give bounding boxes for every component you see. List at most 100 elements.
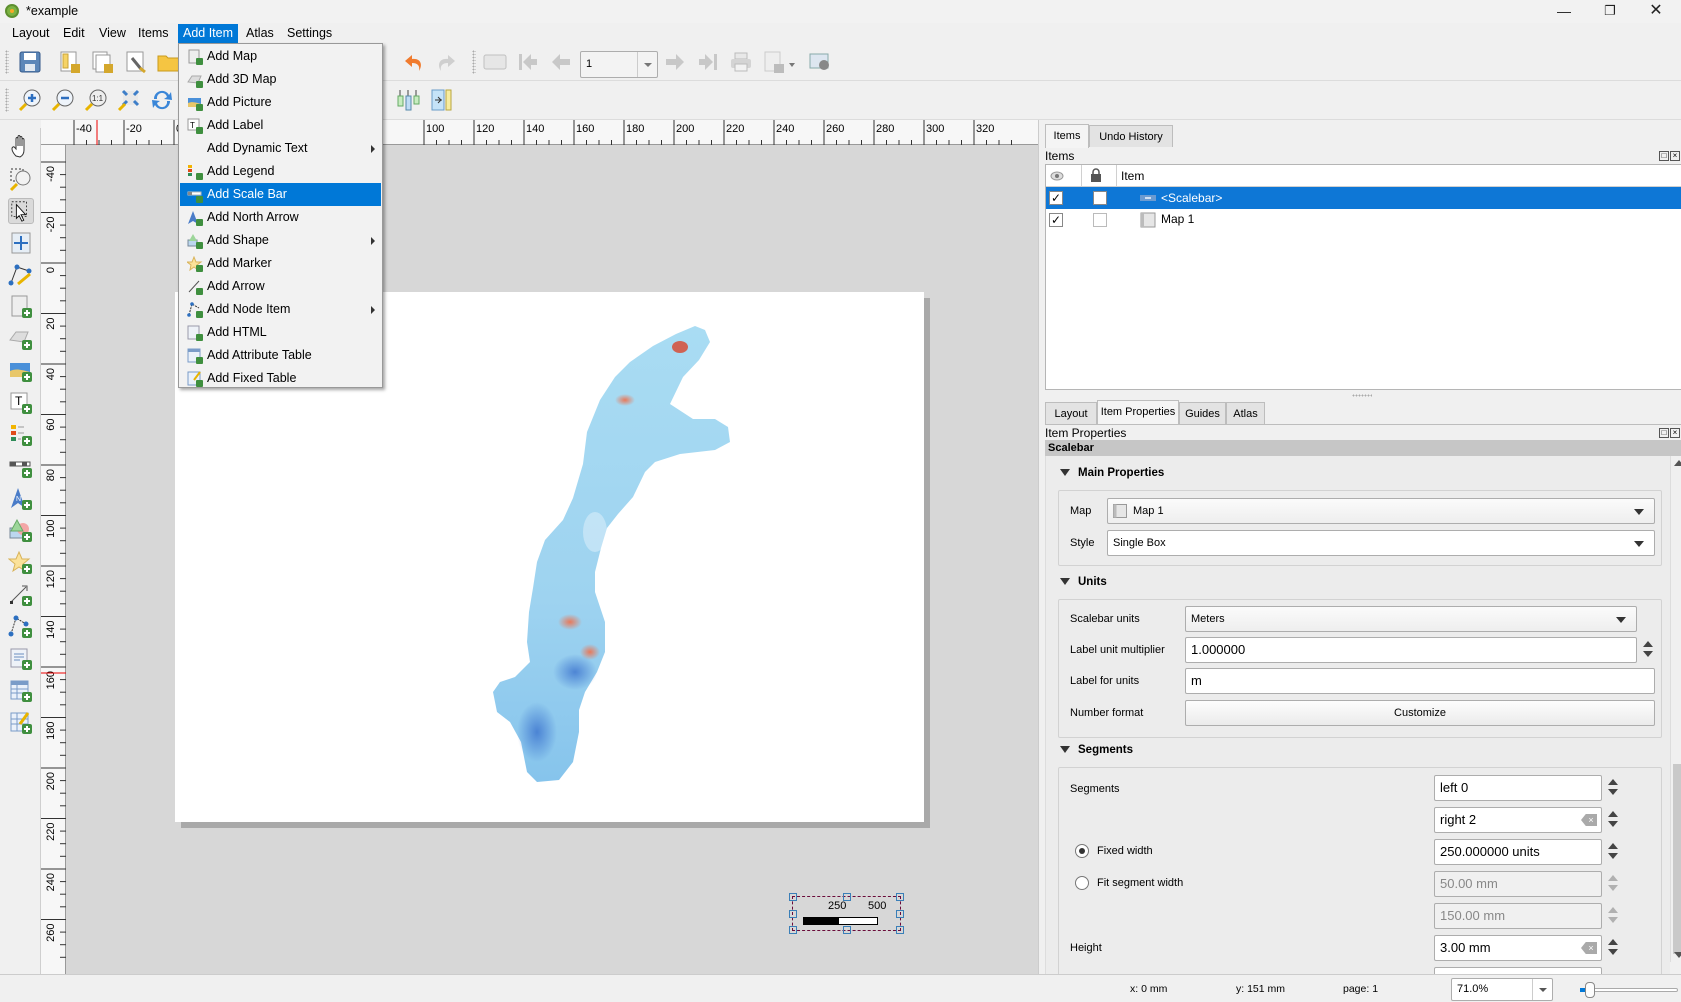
multiplier-spinner[interactable]	[1641, 639, 1655, 659]
atlas-preview-icon[interactable]	[483, 50, 507, 74]
close-panel-icon[interactable]: ×	[1670, 151, 1680, 161]
toolbar-grip[interactable]	[472, 50, 476, 74]
menu-add-picture[interactable]: Add Picture	[180, 91, 381, 114]
map-combobox[interactable]: Map 1	[1107, 498, 1655, 524]
previous-feature-icon[interactable]	[549, 50, 573, 74]
units-header[interactable]: Units	[1060, 576, 1107, 588]
properties-scrollbar[interactable]	[1670, 456, 1681, 962]
zoom-in-icon[interactable]	[18, 88, 42, 112]
menu-edit[interactable]: Edit	[58, 24, 90, 43]
fixed-width-spinner[interactable]	[1606, 841, 1620, 861]
segments-left-input[interactable]: left 0	[1434, 775, 1602, 801]
visibility-column-header[interactable]	[1046, 165, 1082, 187]
visibility-checkbox[interactable]: ✓	[1049, 191, 1063, 205]
menu-add-node-item[interactable]: Add Node Item	[180, 298, 381, 321]
menu-add-shape[interactable]: Add Shape	[180, 229, 381, 252]
clear-icon[interactable]: ×	[1581, 942, 1597, 954]
minimize-button[interactable]: —	[1541, 0, 1587, 23]
layout-manager-icon[interactable]	[124, 50, 148, 74]
tab-item-properties[interactable]: Item Properties	[1097, 400, 1179, 424]
undo-icon[interactable]	[402, 50, 426, 74]
customize-button[interactable]: Customize	[1185, 700, 1655, 726]
toolbar-grip[interactable]	[5, 88, 9, 112]
menu-add-label[interactable]: T Add Label	[180, 114, 381, 137]
scroll-down-icon[interactable]	[1674, 952, 1681, 958]
menu-add-fixed-table[interactable]: Add Fixed Table	[180, 367, 381, 390]
menu-add-north-arrow[interactable]: Add North Arrow	[180, 206, 381, 229]
add-html-tool-icon[interactable]	[8, 646, 34, 672]
menu-add-attribute-table[interactable]: Add Attribute Table	[180, 344, 381, 367]
menu-add-arrow[interactable]: Add Arrow	[180, 275, 381, 298]
menu-add-item[interactable]: Add Item	[178, 24, 239, 43]
add-attribute-table-tool-icon[interactable]	[8, 678, 34, 704]
menu-layout[interactable]: Layout	[7, 24, 55, 43]
fit-max-width-input[interactable]: 150.00 mm	[1434, 903, 1602, 929]
float-panel-icon[interactable]: □	[1659, 428, 1669, 438]
scrollbar-thumb[interactable]	[1673, 764, 1681, 954]
close-panel-icon[interactable]: ×	[1670, 428, 1680, 438]
zoom-full-icon[interactable]	[117, 88, 141, 112]
clear-icon[interactable]: ×	[1581, 814, 1597, 826]
lock-checkbox[interactable]	[1093, 213, 1107, 227]
add-picture-tool-icon[interactable]	[8, 358, 34, 384]
edit-nodes-icon[interactable]	[8, 262, 34, 288]
resize-icon[interactable]	[430, 88, 454, 112]
selection-handle[interactable]	[896, 926, 904, 934]
menu-view[interactable]: View	[94, 24, 131, 43]
selection-handle[interactable]	[843, 926, 851, 934]
menu-add-scale-bar[interactable]: Add Scale Bar	[180, 183, 381, 206]
splitter-handle[interactable]	[1352, 394, 1372, 397]
segments-right-spinner[interactable]	[1606, 809, 1620, 829]
segments-header[interactable]: Segments	[1060, 744, 1133, 756]
tab-guides[interactable]: Guides	[1179, 402, 1226, 424]
scalebar-item[interactable]: 250 500	[789, 893, 904, 934]
export-atlas-dropdown-icon[interactable]	[789, 63, 795, 67]
menu-add-html[interactable]: Add HTML	[180, 321, 381, 344]
zoom-actual-icon[interactable]: 1:1	[84, 88, 108, 112]
lock-column-header[interactable]	[1082, 165, 1117, 187]
restore-button[interactable]: ❐	[1587, 0, 1633, 23]
segments-right-input[interactable]: right 2 ×	[1434, 807, 1602, 833]
selection-handle[interactable]	[789, 910, 797, 918]
new-layout-icon[interactable]	[58, 50, 82, 74]
menu-settings[interactable]: Settings	[282, 24, 337, 43]
zoom-slider-track[interactable]	[1582, 988, 1678, 992]
add-label-tool-icon[interactable]: T	[8, 390, 34, 416]
lock-checkbox[interactable]	[1093, 191, 1107, 205]
float-panel-icon[interactable]: □	[1659, 151, 1669, 161]
print-atlas-icon[interactable]	[729, 50, 753, 74]
menu-atlas[interactable]: Atlas	[241, 24, 279, 43]
selection-handle[interactable]	[896, 893, 904, 901]
add-marker-tool-icon[interactable]	[8, 550, 34, 576]
add-fixed-table-tool-icon[interactable]	[8, 710, 34, 736]
add-legend-tool-icon[interactable]	[8, 422, 34, 448]
label-unit-multiplier-input[interactable]: 1.000000	[1185, 637, 1637, 663]
page-dropdown-button[interactable]	[637, 52, 657, 77]
last-feature-icon[interactable]	[696, 50, 720, 74]
scalebar-units-combobox[interactable]: Meters	[1185, 606, 1637, 632]
selection-handle[interactable]	[789, 893, 797, 901]
fit-min-spinner[interactable]	[1606, 873, 1620, 893]
label-for-units-input[interactable]: m	[1185, 668, 1655, 694]
style-combobox[interactable]: Single Box	[1107, 530, 1655, 556]
export-atlas-icon[interactable]	[762, 50, 786, 74]
tab-undo-history[interactable]: Undo History	[1089, 125, 1173, 147]
tab-atlas[interactable]: Atlas	[1226, 402, 1265, 424]
fixed-width-input[interactable]: 250.000000 units	[1434, 839, 1602, 865]
add-3d-map-tool-icon[interactable]	[8, 326, 34, 352]
atlas-settings-icon[interactable]	[808, 50, 832, 74]
add-scalebar-tool-icon[interactable]	[8, 454, 34, 480]
item-row-map[interactable]: ✓ Map 1	[1046, 209, 1681, 231]
menu-add-3d-map[interactable]: Add 3D Map	[180, 68, 381, 91]
selection-handle[interactable]	[843, 893, 851, 901]
atlas-page-input[interactable]: 1	[580, 51, 658, 78]
save-icon[interactable]	[18, 50, 42, 74]
tab-items[interactable]: Items	[1045, 124, 1089, 148]
menu-items[interactable]: Items	[133, 24, 174, 43]
toolbar-grip[interactable]	[5, 50, 9, 74]
zoom-tool-icon[interactable]	[8, 166, 34, 192]
add-node-item-tool-icon[interactable]	[8, 614, 34, 640]
menu-add-dynamic-text[interactable]: Add Dynamic Text	[180, 137, 381, 160]
pan-hand-icon[interactable]	[8, 134, 34, 160]
fit-min-width-input[interactable]: 50.00 mm	[1434, 871, 1602, 897]
